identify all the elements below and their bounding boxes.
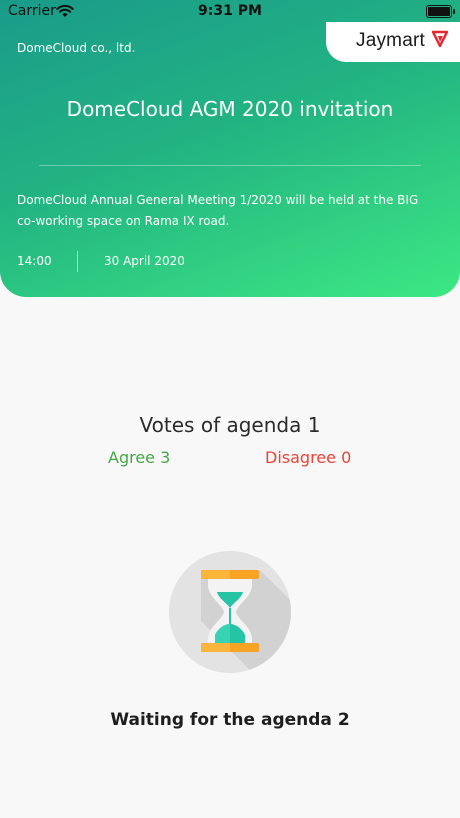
brand-logo: Jaymart [326,22,460,62]
time-date-separator [77,251,78,272]
disagree-count: Disagree 0 [265,448,352,467]
agree-count: Agree 3 [108,448,171,467]
header-divider [39,165,421,166]
status-time: 9:31 PM [198,3,262,19]
screen: Carrier 9:31 PM Jaymart DomeCloud co., l… [0,0,460,818]
invitation-description: DomeCloud Annual General Meeting 1/2020 … [17,193,419,228]
brand-mark-icon [431,30,449,52]
battery-icon [426,5,455,18]
votes-title: Votes of agenda 1 [139,413,321,437]
meeting-date: 30 April 2020 [104,254,185,268]
invitation-title: DomeCloud AGM 2020 invitation [66,97,394,121]
waiting-message: Waiting for the agenda 2 [110,710,350,730]
hourglass-icon [169,551,291,673]
invitation-card: Carrier 9:31 PM Jaymart DomeCloud co., l… [0,0,460,297]
status-bar: Carrier 9:31 PM [0,0,460,24]
brand-name: Jaymart [356,30,425,51]
company-name: DomeCloud co., ltd. [17,41,136,55]
meeting-time: 14:00 [17,254,52,268]
